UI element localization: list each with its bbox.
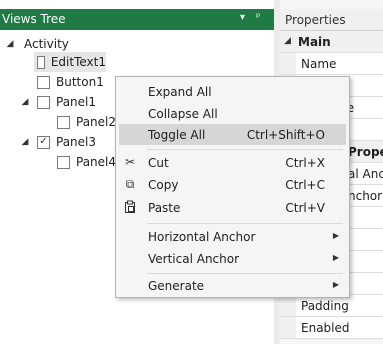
tree-item-edittext1[interactable]: EditText1 xyxy=(34,52,106,72)
tree-item-label: Panel2 xyxy=(76,115,117,129)
menu-item-shortcut: Ctrl+V xyxy=(285,201,325,215)
menu-item-expand-all[interactable]: Expand All xyxy=(119,81,346,102)
submenu-arrow-icon: ▶ xyxy=(332,280,339,289)
menu-item-generate[interactable]: Generate ▶ xyxy=(119,275,346,296)
property-name: Padding xyxy=(301,299,349,313)
menu-item-label: Copy xyxy=(148,178,179,192)
tree-item-label: Activity xyxy=(24,37,69,51)
menu-item-label: Vertical Anchor xyxy=(148,252,240,266)
property-name: al Anch xyxy=(348,167,383,181)
tree-item-label: Panel1 xyxy=(56,95,97,109)
menu-item-label: Generate xyxy=(148,279,205,293)
property-name: nchor xyxy=(348,189,383,203)
menu-item-shortcut: Ctrl+Shift+O xyxy=(246,128,325,142)
tree-item-panel1[interactable]: ◢ Panel1 xyxy=(19,92,96,112)
menu-item-shortcut: Ctrl+C xyxy=(285,178,325,192)
menu-item-label: Horizontal Anchor xyxy=(148,230,256,244)
menu-item-label: Cut xyxy=(148,156,169,170)
checkmark-icon: ✓ xyxy=(39,136,48,147)
menu-item-label: Collapse All xyxy=(148,107,218,121)
property-category-label: Prope xyxy=(348,145,383,159)
menu-item-label: Expand All xyxy=(148,85,212,99)
tree-item-button1[interactable]: Button1 xyxy=(37,72,104,92)
menu-item-vertical-anchor[interactable]: Vertical Anchor ▶ xyxy=(119,248,346,269)
menu-item-horizontal-anchor[interactable]: Horizontal Anchor ▶ xyxy=(119,226,346,247)
menu-item-shortcut: Ctrl+X xyxy=(285,156,325,170)
expand-collapse-icon[interactable]: ◢ xyxy=(19,97,31,107)
menu-item-cut[interactable]: ✂ Cut Ctrl+X xyxy=(119,152,346,173)
paste-icon xyxy=(123,200,137,214)
properties-title: Properties xyxy=(285,13,346,27)
scissors-icon: ✂ xyxy=(124,155,136,169)
dropdown-arrow-icon[interactable]: ▾ xyxy=(240,12,245,23)
property-gutter xyxy=(280,53,296,74)
expand-collapse-icon[interactable]: ◢ xyxy=(19,137,31,147)
property-gutter xyxy=(280,317,296,338)
paste-icon-svg xyxy=(125,200,135,213)
tree-item-label: EditText1 xyxy=(50,55,106,69)
tree-item-label: Button1 xyxy=(56,75,104,89)
views-tree-title: Views Tree xyxy=(2,12,66,26)
property-row-enabled[interactable]: Enabled xyxy=(280,317,383,339)
menu-separator xyxy=(147,273,343,274)
menu-separator xyxy=(147,149,343,150)
menu-item-label: Toggle All xyxy=(148,128,206,142)
submenu-arrow-icon: ▶ xyxy=(332,253,339,262)
property-name: Name xyxy=(301,57,337,71)
visibility-checkbox[interactable] xyxy=(37,95,50,109)
tree-item-panel4[interactable]: Panel4 xyxy=(57,152,116,172)
menu-item-toggle-all[interactable]: Toggle All Ctrl+Shift+O xyxy=(119,124,346,145)
copy-icon: ⧉ xyxy=(125,177,135,191)
menu-item-paste[interactable]: Paste Ctrl+V xyxy=(119,197,346,218)
properties-header: Properties xyxy=(280,9,383,31)
visibility-checkbox[interactable] xyxy=(37,75,50,89)
property-row[interactable]: Name xyxy=(280,53,383,75)
menu-separator xyxy=(147,223,343,224)
visibility-checkbox[interactable] xyxy=(37,55,45,69)
menu-item-collapse-all[interactable]: Collapse All xyxy=(119,103,346,124)
property-category-label: Main xyxy=(298,35,331,49)
tree-item-activity[interactable]: ◢ Activity xyxy=(4,34,69,54)
menu-item-label: Paste xyxy=(148,201,181,215)
tree-item-panel2[interactable]: Panel2 xyxy=(57,112,116,132)
visibility-checkbox[interactable] xyxy=(57,115,70,129)
property-row-padding[interactable]: Padding xyxy=(280,295,383,317)
tree-item-label: Panel4 xyxy=(76,155,117,169)
property-gutter xyxy=(280,295,296,316)
expand-collapse-icon[interactable]: ◢ xyxy=(284,36,291,46)
pin-icon[interactable]: ᵖ xyxy=(256,12,260,23)
tree-item-panel3[interactable]: ◢ ✓ Panel3 xyxy=(19,132,96,152)
tree-item-label: Panel3 xyxy=(56,135,97,149)
property-category-main[interactable]: ◢ Main xyxy=(280,31,383,53)
visibility-checkbox[interactable]: ✓ xyxy=(37,135,50,149)
property-name: Enabled xyxy=(301,321,350,335)
expand-collapse-icon[interactable]: ◢ xyxy=(4,39,16,49)
menu-item-copy[interactable]: ⧉ Copy Ctrl+C xyxy=(119,174,346,195)
visibility-checkbox[interactable] xyxy=(57,155,70,169)
views-tree-header: Views Tree ▾ ᵖ xyxy=(0,9,274,30)
context-menu: Expand All Collapse All Toggle All Ctrl+… xyxy=(115,76,350,298)
submenu-arrow-icon: ▶ xyxy=(332,231,339,240)
